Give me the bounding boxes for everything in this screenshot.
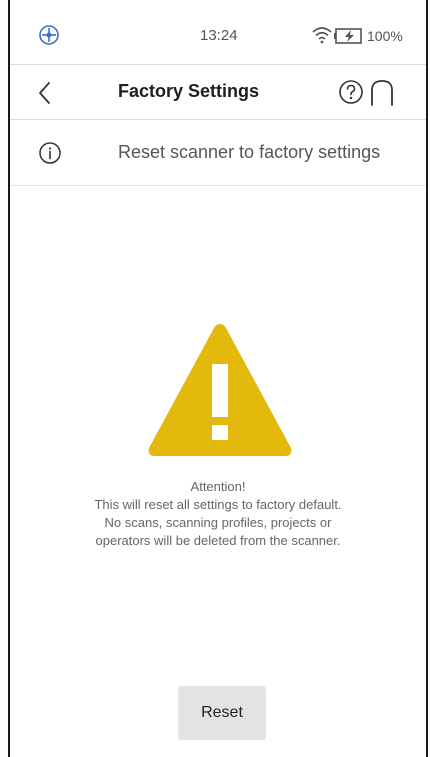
- warning-line: No scans, scanning profiles, projects or: [104, 515, 332, 530]
- header-bar: Factory Settings: [10, 64, 426, 120]
- warning-triangle-icon: [148, 324, 292, 456]
- help-button[interactable]: [338, 79, 364, 105]
- info-icon: [39, 142, 61, 164]
- warning-message: Attention! This will reset all settings …: [10, 478, 426, 550]
- status-time: 13:24: [200, 27, 238, 44]
- help-circle-icon: [339, 80, 363, 104]
- back-button[interactable]: [30, 77, 62, 109]
- warning-line: operators will be deleted from the scann…: [95, 533, 341, 548]
- warning-line: This will reset all settings to factory …: [94, 497, 342, 512]
- info-row: Reset scanner to factory settings: [10, 120, 426, 186]
- wifi-icon: [312, 27, 332, 44]
- home-button[interactable]: [368, 77, 396, 107]
- scanner-logo-icon: [39, 25, 59, 45]
- chevron-left-icon: [39, 82, 50, 104]
- warning-title: Attention!: [190, 479, 246, 494]
- page-title: Factory Settings: [118, 81, 260, 101]
- app-frame: 13:24 100% Factory Settings Reset scanne…: [8, 0, 428, 757]
- reset-button[interactable]: Reset: [178, 686, 266, 740]
- info-text: Reset scanner to factory settings: [118, 142, 381, 162]
- battery-charging-icon: [334, 28, 362, 44]
- home-icon: [371, 80, 393, 106]
- status-bar: 13:24 100%: [10, 0, 426, 64]
- battery-level: 100%: [367, 28, 403, 44]
